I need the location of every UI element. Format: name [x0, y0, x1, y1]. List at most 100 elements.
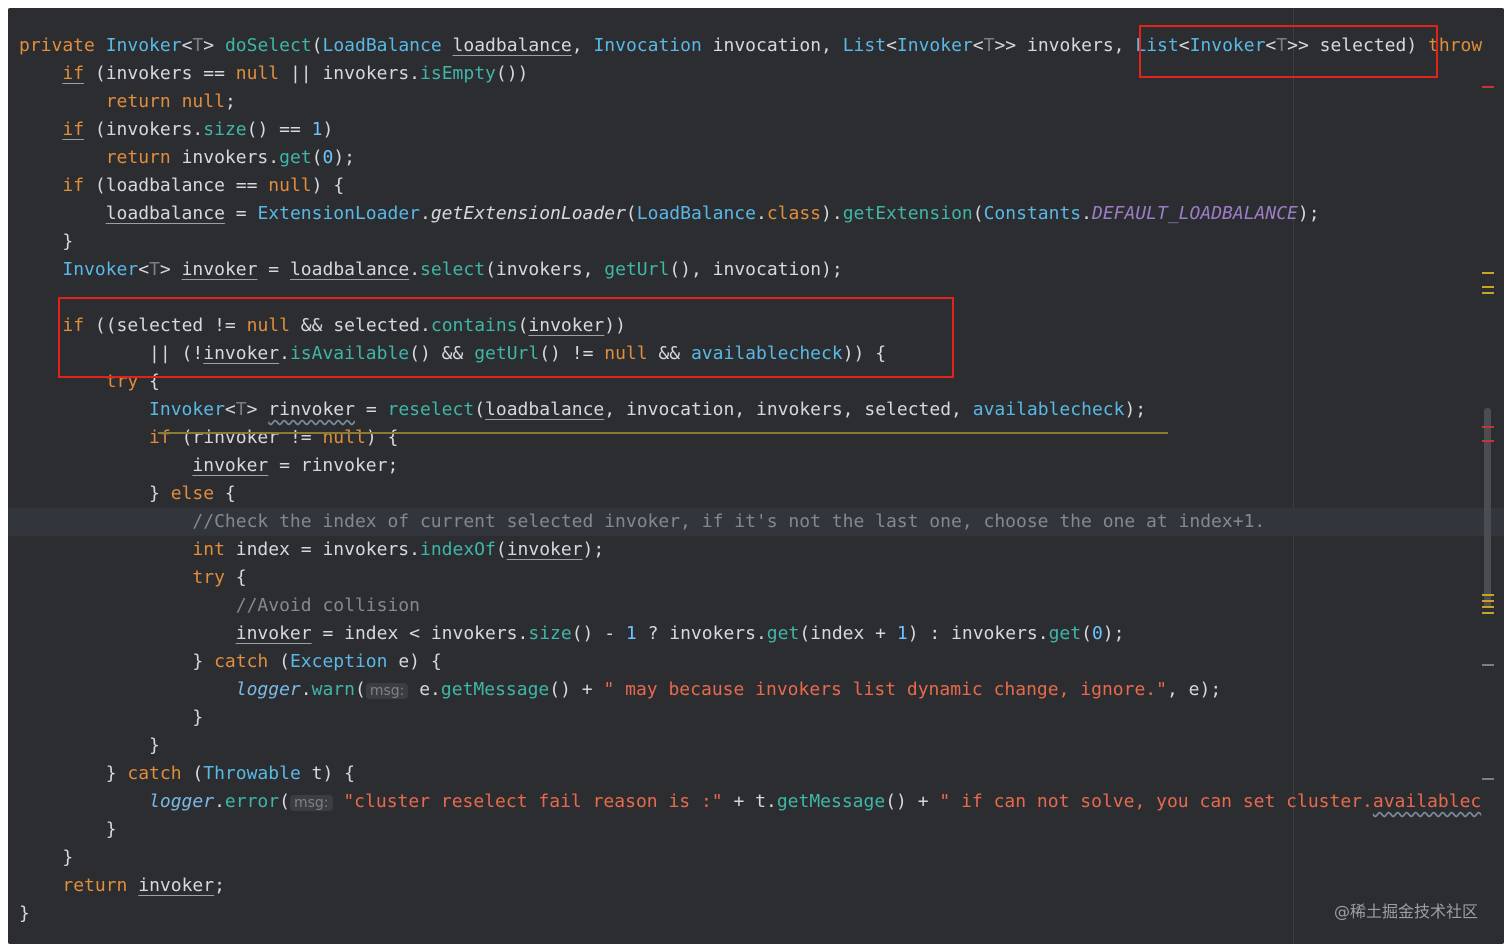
code-token: (invokers ==: [84, 63, 236, 84]
code-line-18-current: //Check the index of current selected in…: [8, 508, 1504, 536]
code-token: try: [192, 567, 225, 588]
code-token: }: [19, 231, 74, 252]
code-token: .: [214, 791, 225, 812]
code-token: error: [224, 791, 280, 812]
code-token: );: [582, 539, 605, 560]
code-token: ;: [214, 875, 225, 896]
code-line-17: } else {: [8, 480, 1504, 508]
code-token: 1: [625, 623, 637, 644]
code-token: = index < invokers.: [311, 623, 529, 644]
code-token: (: [311, 147, 323, 168]
code-line-21: //Avoid collision: [8, 592, 1504, 620]
code-line-16: invoker = rinvoker;: [8, 452, 1504, 480]
code-token: if: [149, 427, 171, 448]
code-token: >: [203, 35, 225, 56]
code-token: select: [420, 259, 486, 280]
code-token: Exception: [289, 651, 388, 672]
code-token: rinvoker: [268, 399, 355, 420]
code-token: " if can not solve, you can set cluster.: [939, 791, 1373, 812]
code-token: <: [138, 259, 150, 280]
code-token: int: [192, 539, 225, 560]
code-token: //Avoid collision: [235, 595, 420, 616]
code-token: () +: [885, 791, 940, 812]
code-token: <: [886, 35, 897, 56]
code-token: getExtension: [842, 203, 973, 224]
code-token: getUrl: [604, 259, 670, 280]
code-token: e.: [408, 679, 441, 700]
code-token: catch: [127, 763, 182, 784]
code-token: .: [300, 679, 312, 700]
code-token: <: [181, 35, 193, 56]
code-token: doSelect: [224, 35, 312, 56]
warning-underline: [158, 432, 1168, 434]
code-editor[interactable]: private Invoker<T> doSelect(LoadBalance …: [8, 8, 1504, 944]
vertical-scrollbar[interactable]: [1484, 408, 1491, 608]
code-token: (: [474, 399, 486, 420]
highlight-box-if-condition: [58, 297, 954, 378]
code-token: (: [495, 539, 507, 560]
code-line-27: } catch (Throwable t) {: [8, 760, 1504, 788]
code-line-15: if (rinvoker != null) {: [8, 424, 1504, 452]
code-token: null: [322, 427, 366, 448]
code-token: .: [420, 203, 431, 224]
code-token: .: [1081, 203, 1092, 224]
error-stripe-marker: [1482, 440, 1494, 442]
code-token: (: [268, 651, 290, 672]
code-token: (invokers,: [485, 259, 605, 280]
code-token: //Check the index of current selected in…: [192, 511, 1266, 532]
code-line-6: if (loadbalance == null) {: [8, 172, 1504, 200]
code-token: T: [149, 259, 160, 280]
code-token: loadbalance: [105, 203, 225, 224]
code-token: logger: [149, 791, 215, 812]
code-token: Throwable: [203, 763, 301, 784]
code-token: =: [354, 399, 388, 420]
code-area[interactable]: private Invoker<T> doSelect(LoadBalance …: [8, 32, 1504, 928]
code-token: if: [62, 119, 85, 140]
code-token: return: [62, 875, 128, 896]
code-token: );: [1124, 399, 1147, 420]
code-token: isEmpty: [420, 63, 496, 84]
code-token: "cluster reselect fail reason is :": [343, 791, 723, 812]
code-token: <: [972, 35, 984, 56]
code-token: (), invocation);: [669, 259, 843, 280]
code-token: (: [279, 791, 290, 812]
code-token: class: [766, 203, 822, 224]
code-token: catch: [214, 651, 269, 672]
code-line-7: loadbalance = ExtensionLoader.getExtensi…: [8, 200, 1504, 228]
code-token: , e);: [1166, 679, 1222, 700]
param-hint-msg: msg:: [365, 683, 409, 699]
code-token: logger: [235, 679, 301, 700]
code-token: T: [235, 399, 247, 420]
code-token: );: [333, 147, 355, 168]
code-token: 0: [322, 147, 334, 168]
code-token: private: [19, 35, 106, 56]
error-stripe-marker: [1482, 272, 1494, 274]
code-line-30: }: [8, 844, 1504, 872]
code-token: (: [625, 203, 637, 224]
code-token: ) : invokers.: [907, 623, 1049, 644]
watermark: @稀土掘金技术社区: [1333, 902, 1478, 921]
error-stripe-marker: [1482, 594, 1494, 596]
code-token: }: [19, 903, 30, 924]
code-line-9: Invoker<T> invoker = loadbalance.select(…: [8, 256, 1504, 284]
code-token: }: [19, 763, 128, 784]
code-token: availablecheck: [972, 399, 1125, 420]
code-token: <: [224, 399, 236, 420]
code-token: }: [19, 819, 117, 840]
code-token: ? invokers.: [636, 623, 767, 644]
code-token: >: [159, 259, 182, 280]
code-token: getMessage: [440, 679, 550, 700]
